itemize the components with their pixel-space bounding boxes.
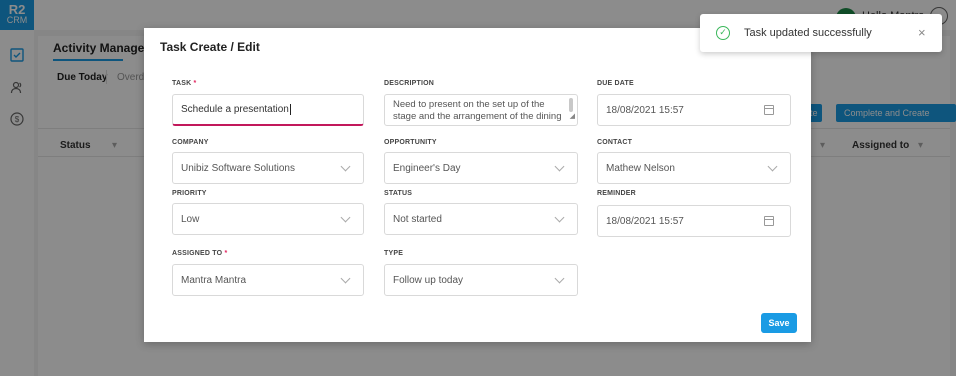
reminder-input[interactable]: 18/08/2021 15:57 bbox=[597, 205, 791, 237]
company-select[interactable]: Unibiz Software Solutions bbox=[172, 152, 364, 184]
priority-value: Low bbox=[181, 213, 200, 225]
chevron-down-icon bbox=[340, 161, 351, 172]
contact-label: CONTACT bbox=[597, 139, 633, 146]
description-value: Need to present on the set up of the sta… bbox=[393, 99, 562, 125]
type-select[interactable]: Follow up today bbox=[384, 264, 578, 296]
task-edit-modal: Task Create / Edit TASK * Schedule a pre… bbox=[144, 28, 811, 342]
contact-value: Mathew Nelson bbox=[606, 162, 675, 174]
toast-message: Task updated successfully bbox=[744, 27, 872, 39]
assigned-to-select[interactable]: Mantra Mantra bbox=[172, 264, 364, 296]
company-value: Unibiz Software Solutions bbox=[181, 162, 295, 174]
reminder-label: REMINDER bbox=[597, 190, 636, 197]
status-label: STATUS bbox=[384, 190, 413, 197]
chevron-down-icon bbox=[340, 273, 351, 284]
chevron-down-icon bbox=[554, 161, 565, 172]
reminder-value: 18/08/2021 15:57 bbox=[606, 215, 684, 227]
priority-label: PRIORITY bbox=[172, 190, 207, 197]
description-textarea[interactable]: Need to present on the set up of the sta… bbox=[384, 94, 578, 126]
check-circle-icon: ✓ bbox=[716, 26, 730, 40]
calendar-icon[interactable] bbox=[764, 105, 774, 115]
calendar-icon[interactable] bbox=[764, 216, 774, 226]
due-date-value: 18/08/2021 15:57 bbox=[606, 104, 684, 116]
due-date-input[interactable]: 18/08/2021 15:57 bbox=[597, 94, 791, 126]
assigned-to-label: ASSIGNED TO * bbox=[172, 250, 228, 257]
resize-handle-icon[interactable]: ◢ bbox=[570, 111, 575, 123]
type-value: Follow up today bbox=[393, 274, 464, 286]
save-button[interactable]: Save bbox=[761, 313, 797, 333]
company-label: COMPANY bbox=[172, 139, 209, 146]
due-date-label: DUE DATE bbox=[597, 80, 634, 87]
opportunity-select[interactable]: Engineer's Day bbox=[384, 152, 578, 184]
chevron-down-icon bbox=[340, 212, 351, 223]
chevron-down-icon bbox=[554, 212, 565, 223]
close-icon[interactable]: × bbox=[918, 25, 926, 40]
text-caret bbox=[289, 104, 291, 115]
modal-title: Task Create / Edit bbox=[160, 40, 260, 54]
description-label: DESCRIPTION bbox=[384, 80, 435, 87]
task-input-value: Schedule a presentation bbox=[181, 104, 289, 115]
opportunity-value: Engineer's Day bbox=[393, 162, 461, 174]
chevron-down-icon bbox=[767, 161, 778, 172]
contact-select[interactable]: Mathew Nelson bbox=[597, 152, 791, 184]
chevron-down-icon bbox=[554, 273, 565, 284]
textarea-scrollbar[interactable] bbox=[569, 98, 573, 112]
status-select[interactable]: Not started bbox=[384, 203, 578, 235]
task-input[interactable]: Schedule a presentation bbox=[172, 94, 364, 126]
assigned-to-value: Mantra Mantra bbox=[181, 274, 247, 286]
type-label: TYPE bbox=[384, 250, 404, 257]
task-label: TASK * bbox=[172, 80, 197, 87]
opportunity-label: OPPORTUNITY bbox=[384, 139, 437, 146]
success-toast: ✓ Task updated successfully × bbox=[700, 14, 942, 52]
status-value: Not started bbox=[393, 213, 442, 225]
priority-select[interactable]: Low bbox=[172, 203, 364, 235]
